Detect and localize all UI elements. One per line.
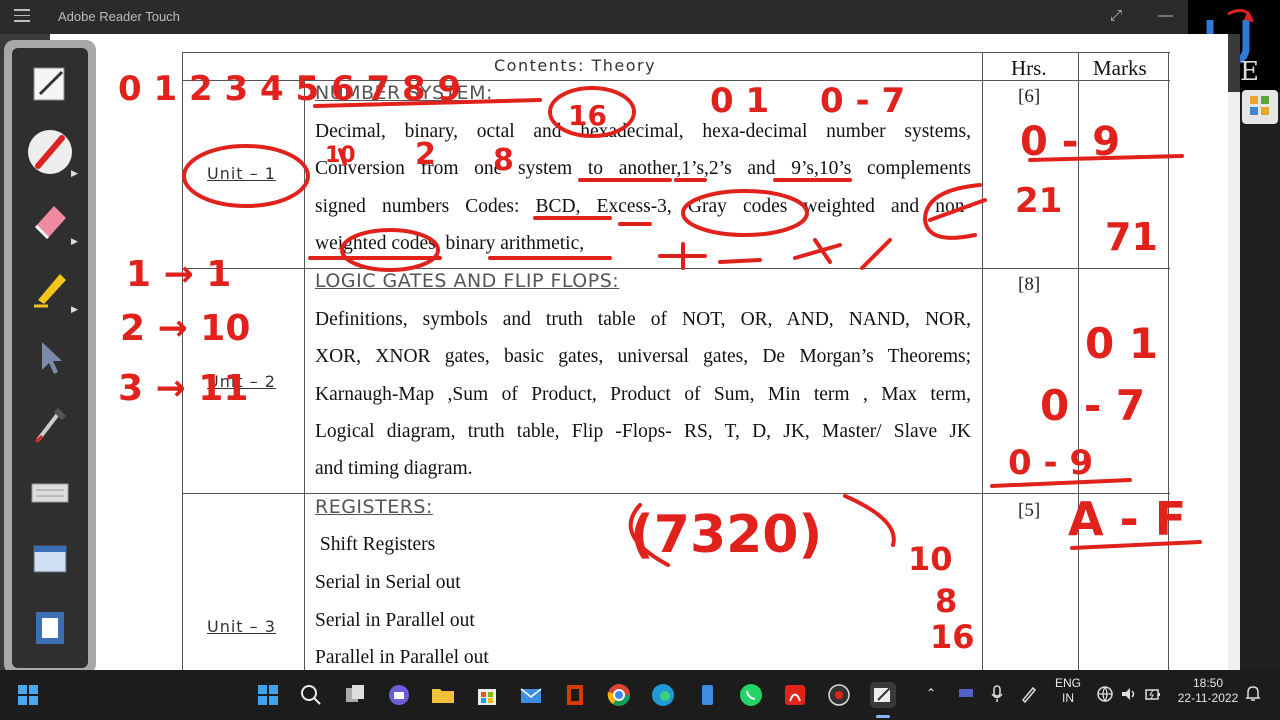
- edge-icon[interactable]: [650, 682, 676, 708]
- clipboard-icon[interactable]: [26, 604, 74, 652]
- table-hrs-border: [982, 52, 983, 670]
- phone-link-icon[interactable]: [694, 682, 720, 708]
- unit-1-line-2: Conversion from one system to another,1’…: [315, 158, 971, 179]
- active-app-indicator: [876, 715, 890, 718]
- hrs-header: Hrs.: [1011, 56, 1047, 80]
- fullscreen-icon[interactable]: ⤢: [1110, 7, 1122, 24]
- pen-options-caret-icon[interactable]: ▶: [71, 168, 78, 179]
- language-code: ENG: [1054, 676, 1081, 690]
- taskbar: ⌃ ENG IN 18:50 22-11-2022: [0, 670, 1280, 720]
- whatsapp-icon[interactable]: [738, 682, 764, 708]
- table-right-border: [1168, 52, 1169, 670]
- hamburger-menu-icon[interactable]: [14, 9, 30, 23]
- clock-date: 22-11-2022: [1177, 691, 1239, 705]
- eraser-icon[interactable]: [26, 196, 74, 244]
- title-bar: Adobe Reader Touch ⤢ —: [0, 0, 1188, 34]
- table-marks-border: [1078, 52, 1079, 670]
- unit-3-line-4: Parallel in Parallel out: [315, 647, 489, 668]
- unit-1-line-1: Decimal, binary, octal and hexadecimal, …: [315, 121, 971, 142]
- chrome-icon[interactable]: [606, 682, 632, 708]
- task-view-icon[interactable]: [342, 682, 368, 708]
- acrobat-icon[interactable]: [782, 682, 808, 708]
- office-icon[interactable]: [562, 682, 588, 708]
- unit-3-line-2: Serial in Serial out: [315, 572, 461, 593]
- marks-header: Marks: [1093, 56, 1147, 80]
- unit-2-label: Unit – 2: [207, 372, 276, 391]
- unit-2-section-title: LOGIC GATES AND FLIP FLOPS:: [315, 270, 620, 292]
- table-top-border: [182, 52, 1170, 53]
- unit-1-label: Unit – 1: [207, 164, 276, 183]
- unit-2-hours: [8]: [1018, 274, 1041, 295]
- file-explorer-icon[interactable]: [430, 682, 456, 708]
- snipping-tool-icon[interactable]: [826, 682, 852, 708]
- unit-2-line-3: Karnaugh-Map ,Sum of Product, Product of…: [315, 384, 971, 405]
- unit-1-line-4: weighted codes, binary arithmetic,: [315, 233, 585, 254]
- unit-3-hours: [5]: [1018, 500, 1041, 521]
- eraser-options-caret-icon[interactable]: ▶: [71, 236, 78, 247]
- pen-menu-icon[interactable]: [1020, 685, 1038, 707]
- unit-3-line-3: Serial in Parallel out: [315, 610, 475, 631]
- keyboard-icon[interactable]: [26, 468, 74, 516]
- language-indicator[interactable]: ENG IN: [1052, 676, 1084, 706]
- unit-3-label: Unit – 3: [207, 617, 276, 636]
- unit-3-line-1: Shift Registers: [315, 534, 436, 555]
- apps-grid-icon: [1250, 96, 1269, 115]
- network-icon[interactable]: [1096, 685, 1114, 707]
- clock-time: 18:50: [1192, 676, 1224, 690]
- app-title: Adobe Reader Touch: [58, 9, 180, 24]
- battery-icon[interactable]: [1144, 685, 1162, 707]
- show-hidden-icons-icon[interactable]: ⌃: [926, 686, 936, 701]
- mail-icon[interactable]: [518, 682, 544, 708]
- unit-2-line-2: XOR, XNOR gates, basic gates, universal …: [315, 346, 971, 367]
- vertical-scrollbar[interactable]: [1228, 92, 1240, 670]
- region-code: IN: [1062, 691, 1074, 705]
- dropper-icon[interactable]: [26, 400, 74, 448]
- unit-3-section-title: REGISTERS:: [315, 496, 433, 518]
- contents-header: Contents: Theory: [494, 56, 657, 75]
- unit-1-line-3: signed numbers Codes: BCD, Excess-3, Gra…: [315, 196, 971, 217]
- unit-1-section-title: NUMBER SYSTEM:: [315, 82, 493, 104]
- screen-capture-icon[interactable]: [26, 536, 74, 584]
- svg-text:E: E: [1240, 57, 1259, 87]
- unit-2-line-1: Definitions, symbols and truth table of …: [315, 309, 971, 330]
- volume-icon[interactable]: [1120, 685, 1138, 707]
- search-icon[interactable]: [298, 682, 324, 708]
- windows-start-icon[interactable]: [255, 682, 281, 708]
- red-pen-icon[interactable]: [26, 128, 74, 176]
- table-row-border-2: [182, 493, 1170, 494]
- table-left-border: [182, 52, 183, 670]
- table-unit-border: [304, 80, 305, 670]
- windows-icon[interactable]: [15, 682, 41, 708]
- side-panel-button[interactable]: [1242, 90, 1278, 124]
- microphone-icon[interactable]: [990, 685, 1004, 707]
- unit-2-line-5: and timing diagram.: [315, 458, 473, 479]
- right-strip: [1240, 92, 1280, 670]
- unit-2-line-4: Logical diagram, truth table, Flip -Flop…: [315, 421, 971, 442]
- table-row-border-1: [182, 268, 1170, 269]
- chat-icon[interactable]: [386, 682, 412, 708]
- highlighter-options-caret-icon[interactable]: ▶: [71, 304, 78, 315]
- store-icon[interactable]: [474, 682, 500, 708]
- notifications-icon[interactable]: [1244, 684, 1262, 706]
- note-pad-icon[interactable]: [26, 60, 74, 108]
- usb-icon[interactable]: [958, 686, 974, 704]
- clock[interactable]: 18:50 22-11-2022: [1172, 676, 1244, 706]
- highlighter-icon[interactable]: [26, 264, 74, 312]
- unit-1-hours: [6]: [1018, 86, 1041, 107]
- pointer-icon[interactable]: [26, 332, 74, 380]
- minimize-icon[interactable]: —: [1158, 7, 1173, 24]
- reader-touch-icon[interactable]: [870, 682, 896, 708]
